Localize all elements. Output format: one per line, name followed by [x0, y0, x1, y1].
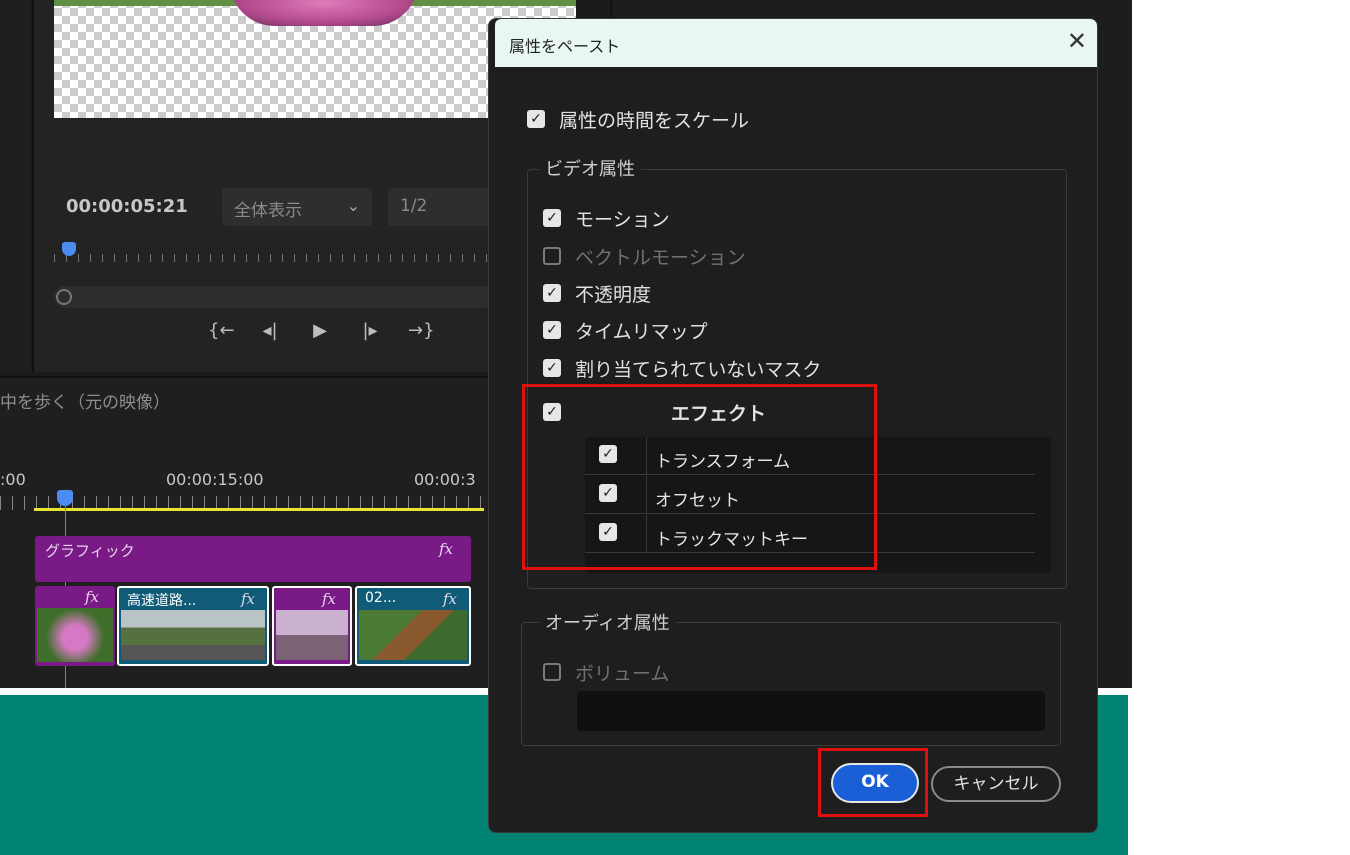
monitor-playhead[interactable] [62, 242, 76, 256]
time-remap-label: タイムリマップ [575, 321, 708, 343]
ruler-label: :00 [0, 470, 26, 489]
motion-label: モーション [575, 209, 670, 231]
clip-thumbnail [276, 610, 348, 660]
video-frame-flower [229, 0, 419, 26]
ruler-label: 00:00:15:00 [166, 470, 264, 489]
graphic-clip[interactable]: グラフィック fx [35, 536, 471, 582]
ruler-label: 00:00:3 [414, 470, 476, 489]
fx-badge-icon: fx [85, 588, 100, 606]
program-monitor: 00:00:05:21 全体表示 ⌄ 1/2 {← ◂| ▶ |▸ →} [32, 0, 576, 372]
unassigned-masks-label: 割り当てられていないマスク [575, 359, 822, 381]
volume-label: ボリューム [575, 663, 670, 685]
clip-header: 高速道路... fx [119, 588, 267, 610]
clip-header: 02... fx [357, 588, 469, 610]
clip-thumbnail [37, 608, 113, 662]
clip-label: グラフィック [45, 542, 135, 560]
chevron-down-icon: ⌄ [346, 196, 360, 215]
video-attributes-legend: ビデオ属性 [539, 155, 641, 181]
clip-thumbnail [121, 610, 265, 660]
video-clip[interactable]: fx [35, 586, 115, 666]
transport-controls: {← ◂| ▶ |▸ →} [208, 320, 435, 341]
video-clip[interactable]: 02... fx [355, 586, 471, 666]
play-icon[interactable]: ▶ [308, 320, 332, 341]
scale-time-checkbox[interactable]: ✓ [527, 110, 545, 128]
monitor-zoom-scrollbar[interactable] [54, 286, 494, 308]
scale-time-label: 属性の時間をスケール [559, 110, 750, 132]
volume-checkbox[interactable] [543, 663, 561, 681]
fx-badge-icon: fx [322, 590, 337, 608]
clip-label: 02... [365, 590, 397, 606]
sequence-tab-title[interactable]: 中を歩く（元の映像） [0, 388, 170, 413]
video-clip[interactable]: 高速道路... fx [117, 586, 269, 666]
fx-badge-icon: fx [241, 590, 256, 608]
page: 00:00:05:21 全体表示 ⌄ 1/2 {← ◂| ▶ |▸ →} 中を歩… [0, 0, 1350, 855]
close-icon[interactable]: ✕ [1067, 27, 1087, 55]
tools-panel [0, 0, 30, 372]
video-clip[interactable]: fx [272, 586, 352, 666]
go-to-in-icon[interactable]: {← [208, 320, 235, 341]
opacity-label: 不透明度 [575, 284, 652, 306]
clip-header: fx [274, 588, 350, 610]
clip-thumbnail [359, 610, 467, 660]
playhead-timecode[interactable]: 00:00:05:21 [66, 196, 188, 217]
audio-attributes-legend: オーディオ属性 [539, 609, 676, 635]
step-forward-icon[interactable]: |▸ [358, 320, 382, 341]
opacity-checkbox[interactable]: ✓ [543, 284, 561, 302]
scrollbar-handle[interactable] [56, 289, 72, 305]
go-to-out-icon[interactable]: →} [408, 320, 435, 341]
effects-highlight-box [522, 384, 877, 570]
work-area-bar[interactable] [34, 508, 484, 511]
vector-motion-checkbox[interactable] [543, 247, 561, 265]
audio-effects-list [577, 691, 1045, 731]
clip-header: fx [35, 586, 115, 608]
fx-badge-icon: fx [443, 590, 458, 608]
dialog-titlebar: 属性をペースト ✕ [495, 19, 1097, 67]
monitor-time-ruler[interactable] [54, 244, 494, 266]
motion-checkbox[interactable]: ✓ [543, 209, 561, 227]
unassigned-masks-checkbox[interactable]: ✓ [543, 359, 561, 377]
dialog-title: 属性をペースト [509, 37, 621, 56]
ok-highlight-box [818, 748, 928, 817]
vector-motion-label: ベクトルモーション [575, 247, 746, 269]
clip-label: 高速道路... [127, 593, 197, 609]
step-back-icon[interactable]: ◂| [258, 320, 282, 341]
resolution-dropdown-value: 1/2 [400, 196, 428, 216]
zoom-dropdown-value: 全体表示 [234, 201, 302, 221]
fx-badge-icon: fx [439, 540, 454, 558]
timeline-playhead[interactable] [57, 490, 73, 506]
cancel-button[interactable]: キャンセル [931, 766, 1061, 802]
timeline-panel: 中を歩く（元の映像） :00 00:00:15:00 00:00:3 グラフィッ… [0, 376, 492, 688]
time-remap-checkbox[interactable]: ✓ [543, 321, 561, 339]
zoom-dropdown[interactable]: 全体表示 ⌄ [222, 188, 372, 226]
